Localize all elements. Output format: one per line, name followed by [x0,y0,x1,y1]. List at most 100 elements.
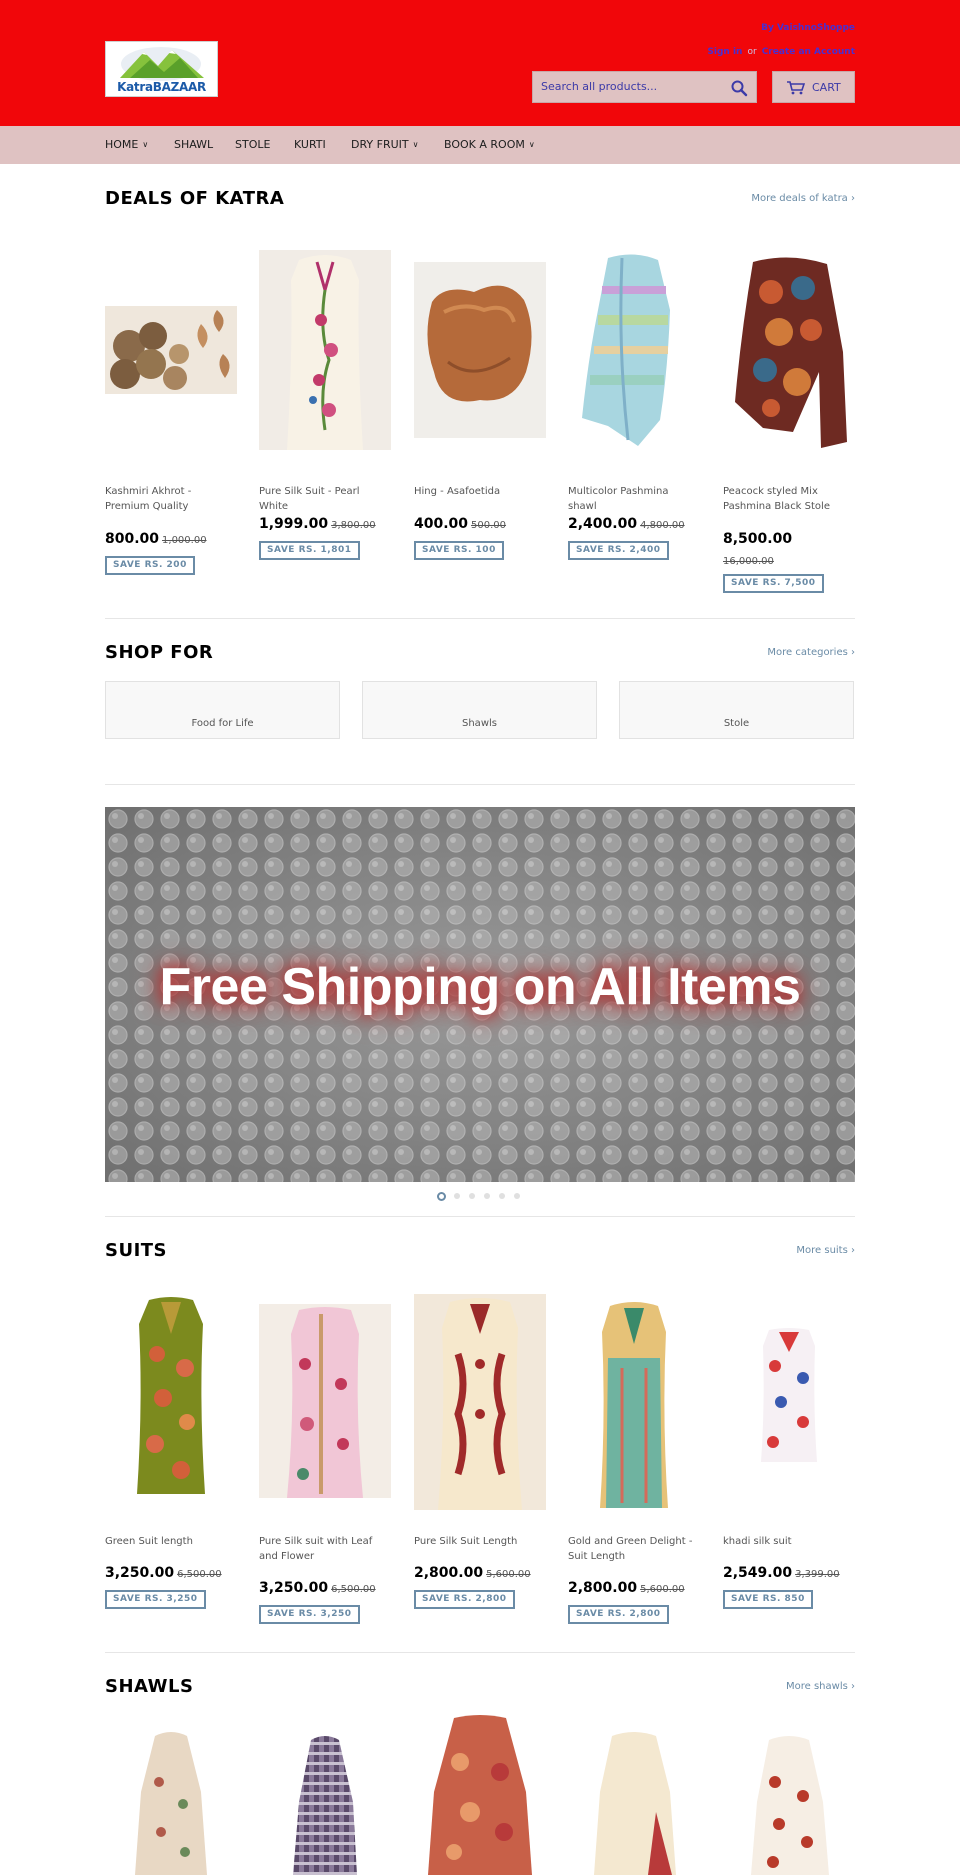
slide-dot[interactable] [437,1192,446,1201]
product-image-green-suit [105,1294,237,1500]
product-price: 2,800.00 5,600.00 [414,1562,554,1584]
nav-item-kurti[interactable]: KURTI [294,138,326,151]
product-name[interactable]: Pure Silk Suit - Pearl White [259,484,391,514]
price-compare: 5,600.00 [486,1569,531,1580]
more-categories-link[interactable]: More categories › [767,647,855,658]
price-current: 1,999.00 [259,516,329,532]
category-label: Food for Life [191,718,254,729]
product-image-white-suit [259,250,391,450]
product-image-shawl-1[interactable] [105,1712,237,1875]
nav-item-dry-fruit[interactable]: DRY FRUIT ∨ [351,138,418,151]
product-image-gold-green-suit [568,1298,700,1508]
product-price: 1,999.00 3,800.00 [259,513,399,535]
site-logo[interactable]: KatraBAZAAR [105,41,218,97]
slide-dot[interactable] [484,1193,490,1199]
save-badge: SAVE RS. 2,400 [568,541,669,560]
price-current: 2,800.00 [568,1580,638,1596]
category-tile[interactable]: Stole [619,681,854,739]
nav-item-stole[interactable]: STOLE [235,138,270,151]
banner-headline: Free Shipping on All Items [159,958,801,1016]
section-divider [105,784,855,785]
product-name[interactable]: Hing - Asafoetida [414,484,546,499]
category-tile[interactable]: Food for Life [105,681,340,739]
product-name[interactable]: Multicolor Pashmina shawl [568,484,700,514]
product-price: 3,250.00 6,500.00 [259,1577,399,1599]
sign-in-link[interactable]: Sign in [707,47,742,57]
product-name[interactable]: Peacock styled Mix Pashmina Black Stole [723,484,855,514]
save-badge: SAVE RS. 3,250 [259,1605,360,1624]
price-compare: 6,500.00 [177,1569,222,1580]
price-compare: 500.00 [471,520,507,531]
product-price: 800.00 1,000.00 [105,528,245,550]
product-image-shawl-2[interactable] [259,1712,391,1875]
price-current: 800.00 [105,531,160,547]
product-image-shawl-5[interactable] [723,1712,855,1875]
product-card[interactable]: Green Suit length 3,250.00 6,500.00 SAVE … [105,1292,237,1622]
main-nav: HOME ∨ SHAWL STOLE KURTI DRY FRUIT ∨ BOOK … [0,126,960,164]
product-name[interactable]: Kashmiri Akhrot - Premium Quality [105,484,237,514]
save-badge: SAVE RS. 1,801 [259,541,360,560]
save-badge: SAVE RS. 2,800 [568,1605,669,1624]
nav-item-book-a-room[interactable]: BOOK A ROOM ∨ [444,138,535,151]
price-compare: 4,800.00 [640,520,685,531]
product-price: 400.00 500.00 [414,513,554,535]
product-image-cream-suit [414,1294,546,1510]
nav-label: KURTI [294,138,326,151]
product-card[interactable]: Multicolor Pashmina shawl 2,400.00 4,800.… [568,240,700,580]
product-name[interactable]: Gold and Green Delight - Suit Length [568,1534,700,1564]
cart-label: CART [812,81,841,94]
product-card[interactable]: Pure Silk Suit Length 2,800.00 5,600.00 S… [414,1292,546,1622]
nav-label: HOME [105,138,139,151]
create-account-link[interactable]: Create an Account [762,47,855,57]
more-suits-link[interactable]: More suits › [796,1245,855,1256]
product-card[interactable]: Peacock styled Mix Pashmina Black Stole … [723,240,855,600]
nav-label: STOLE [235,138,271,151]
price-current: 3,250.00 [259,1580,329,1596]
product-card[interactable]: Hing - Asafoetida 400.00 500.00 SAVE RS. … [414,240,546,580]
promo-slideshow[interactable]: Free Shipping on All Items [105,807,855,1182]
nav-label: BOOK A ROOM [444,138,525,151]
more-deals-link[interactable]: More deals of katra › [751,193,855,204]
slide-dot[interactable] [499,1193,505,1199]
save-badge: SAVE RS. 200 [105,556,195,575]
product-image-hing [414,262,546,438]
category-tile[interactable]: Shawls [362,681,597,739]
logo-text: KatraBAZAAR [117,80,206,94]
product-price: 3,250.00 6,500.00 [105,1562,245,1584]
nav-item-home[interactable]: HOME ∨ [105,138,148,151]
product-price: 8,500.00 16,000.00 [723,528,863,571]
price-compare: 3,800.00 [331,520,376,531]
product-card[interactable]: Pure Silk Suit - Pearl White 1,999.00 3,8… [259,240,391,580]
search-form[interactable]: Search all products... [532,71,757,103]
product-name[interactable]: khadi silk suit [723,1534,855,1549]
product-price: 2,549.00 3,399.00 [723,1562,863,1584]
shop-for-title: SHOP FOR [105,642,214,663]
product-card[interactable]: Kashmiri Akhrot - Premium Quality 800.00… [105,240,237,580]
product-card[interactable]: khadi silk suit 2,549.00 3,399.00 SAVE RS… [723,1292,855,1622]
slide-dot[interactable] [514,1193,520,1199]
section-divider [105,618,855,619]
product-name[interactable]: Pure Silk suit with Leaf and Flower [259,1534,391,1564]
product-image-shawl-4[interactable] [568,1712,700,1875]
price-compare: 6,500.00 [331,1584,376,1595]
slide-dot[interactable] [469,1193,475,1199]
more-shawls-link[interactable]: More shawls › [786,1681,855,1692]
product-image-shawl-3[interactable] [414,1712,546,1875]
cart-button[interactable]: CART [772,71,855,103]
product-card[interactable]: Pure Silk suit with Leaf and Flower 3,25… [259,1292,391,1632]
price-current: 400.00 [414,516,469,532]
search-input[interactable]: Search all products... [541,80,657,93]
section-divider [105,1216,855,1217]
product-name[interactable]: Green Suit length [105,1534,237,1549]
product-price: 2,400.00 4,800.00 [568,513,708,535]
save-badge: SAVE RS. 7,500 [723,574,824,593]
product-image-pink-suit [259,1304,391,1498]
price-current: 2,549.00 [723,1565,793,1581]
product-card[interactable]: Gold and Green Delight - Suit Length 2,8… [568,1292,700,1632]
nav-label: SHAWL [174,138,214,151]
search-icon[interactable] [730,79,748,97]
byline-link[interactable]: By VaishnoShoppe [761,23,855,33]
nav-item-shawl[interactable]: SHAWL [174,138,213,151]
product-name[interactable]: Pure Silk Suit Length [414,1534,546,1549]
slide-dot[interactable] [454,1193,460,1199]
